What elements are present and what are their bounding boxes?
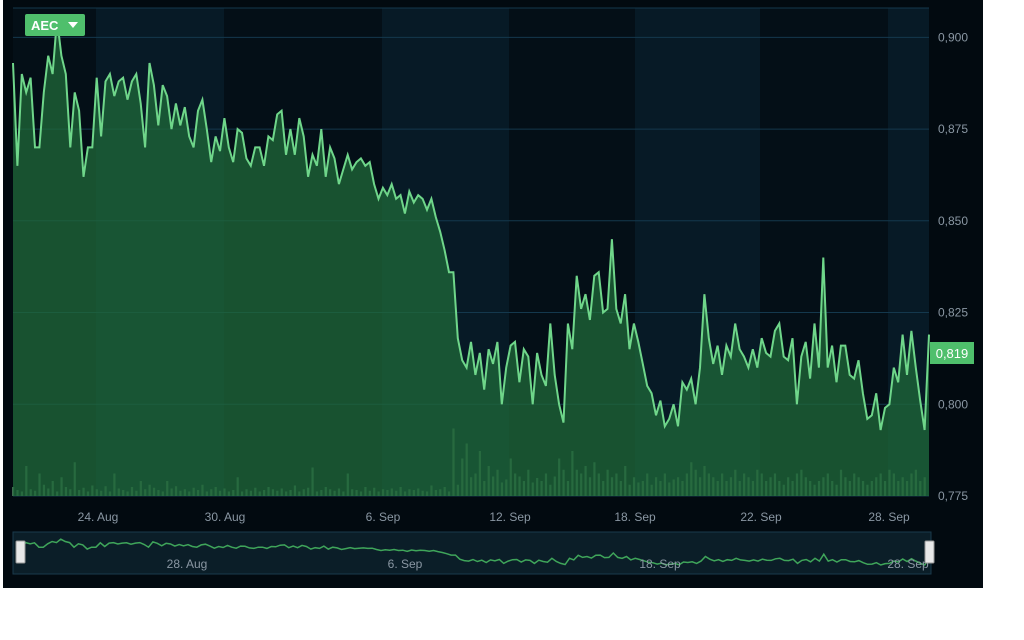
x-tick-label: 24. Aug (78, 510, 119, 524)
symbol-selector-button[interactable]: AEC (25, 14, 85, 36)
y-tick-label: 0,875 (938, 122, 968, 136)
last-price-badge: 0,819 (930, 342, 974, 364)
x-tick-label: 22. Sep (740, 510, 782, 524)
y-tick-label: 0,850 (938, 214, 968, 228)
y-tick-label: 0,800 (938, 397, 968, 411)
navigator-tick-label: 6. Sep (388, 557, 423, 571)
navigator-left-handle[interactable] (15, 540, 26, 564)
navigator[interactable]: 28. Aug 6. Sep 18. Sep 28. Sep (12, 531, 935, 575)
price-chart: 0,775 0,800 0,825 0,850 0,875 0,900 24. Aug 30… (12, 7, 968, 575)
navigator-background[interactable] (12, 531, 932, 575)
navigator-right-handle[interactable] (924, 540, 935, 564)
x-tick-label: 12. Sep (489, 510, 531, 524)
caret-down-icon (68, 22, 79, 28)
navigator-tick-label: 18. Sep (639, 557, 681, 571)
y-tick-label: 0,900 (938, 30, 968, 44)
symbol-label: AEC (31, 17, 59, 33)
x-axis: 24. Aug 30. Aug 6. Sep 12. Sep 18. Sep 22. Se… (78, 510, 910, 524)
x-tick-label: 28. Sep (868, 510, 910, 524)
x-tick-label: 18. Sep (614, 510, 656, 524)
y-tick-label: 0,775 (938, 489, 968, 503)
y-axis: 0,775 0,800 0,825 0,850 0,875 0,900 (938, 30, 968, 503)
x-tick-label: 30. Aug (205, 510, 246, 524)
y-tick-label: 0,825 (938, 306, 968, 320)
navigator-tick-label: 28. Aug (167, 557, 208, 571)
chart-panel: 0,775 0,800 0,825 0,850 0,875 0,900 24. Aug 30… (3, 0, 983, 588)
x-tick-label: 6. Sep (366, 510, 401, 524)
navigator-tick-label: 28. Sep (887, 557, 929, 571)
